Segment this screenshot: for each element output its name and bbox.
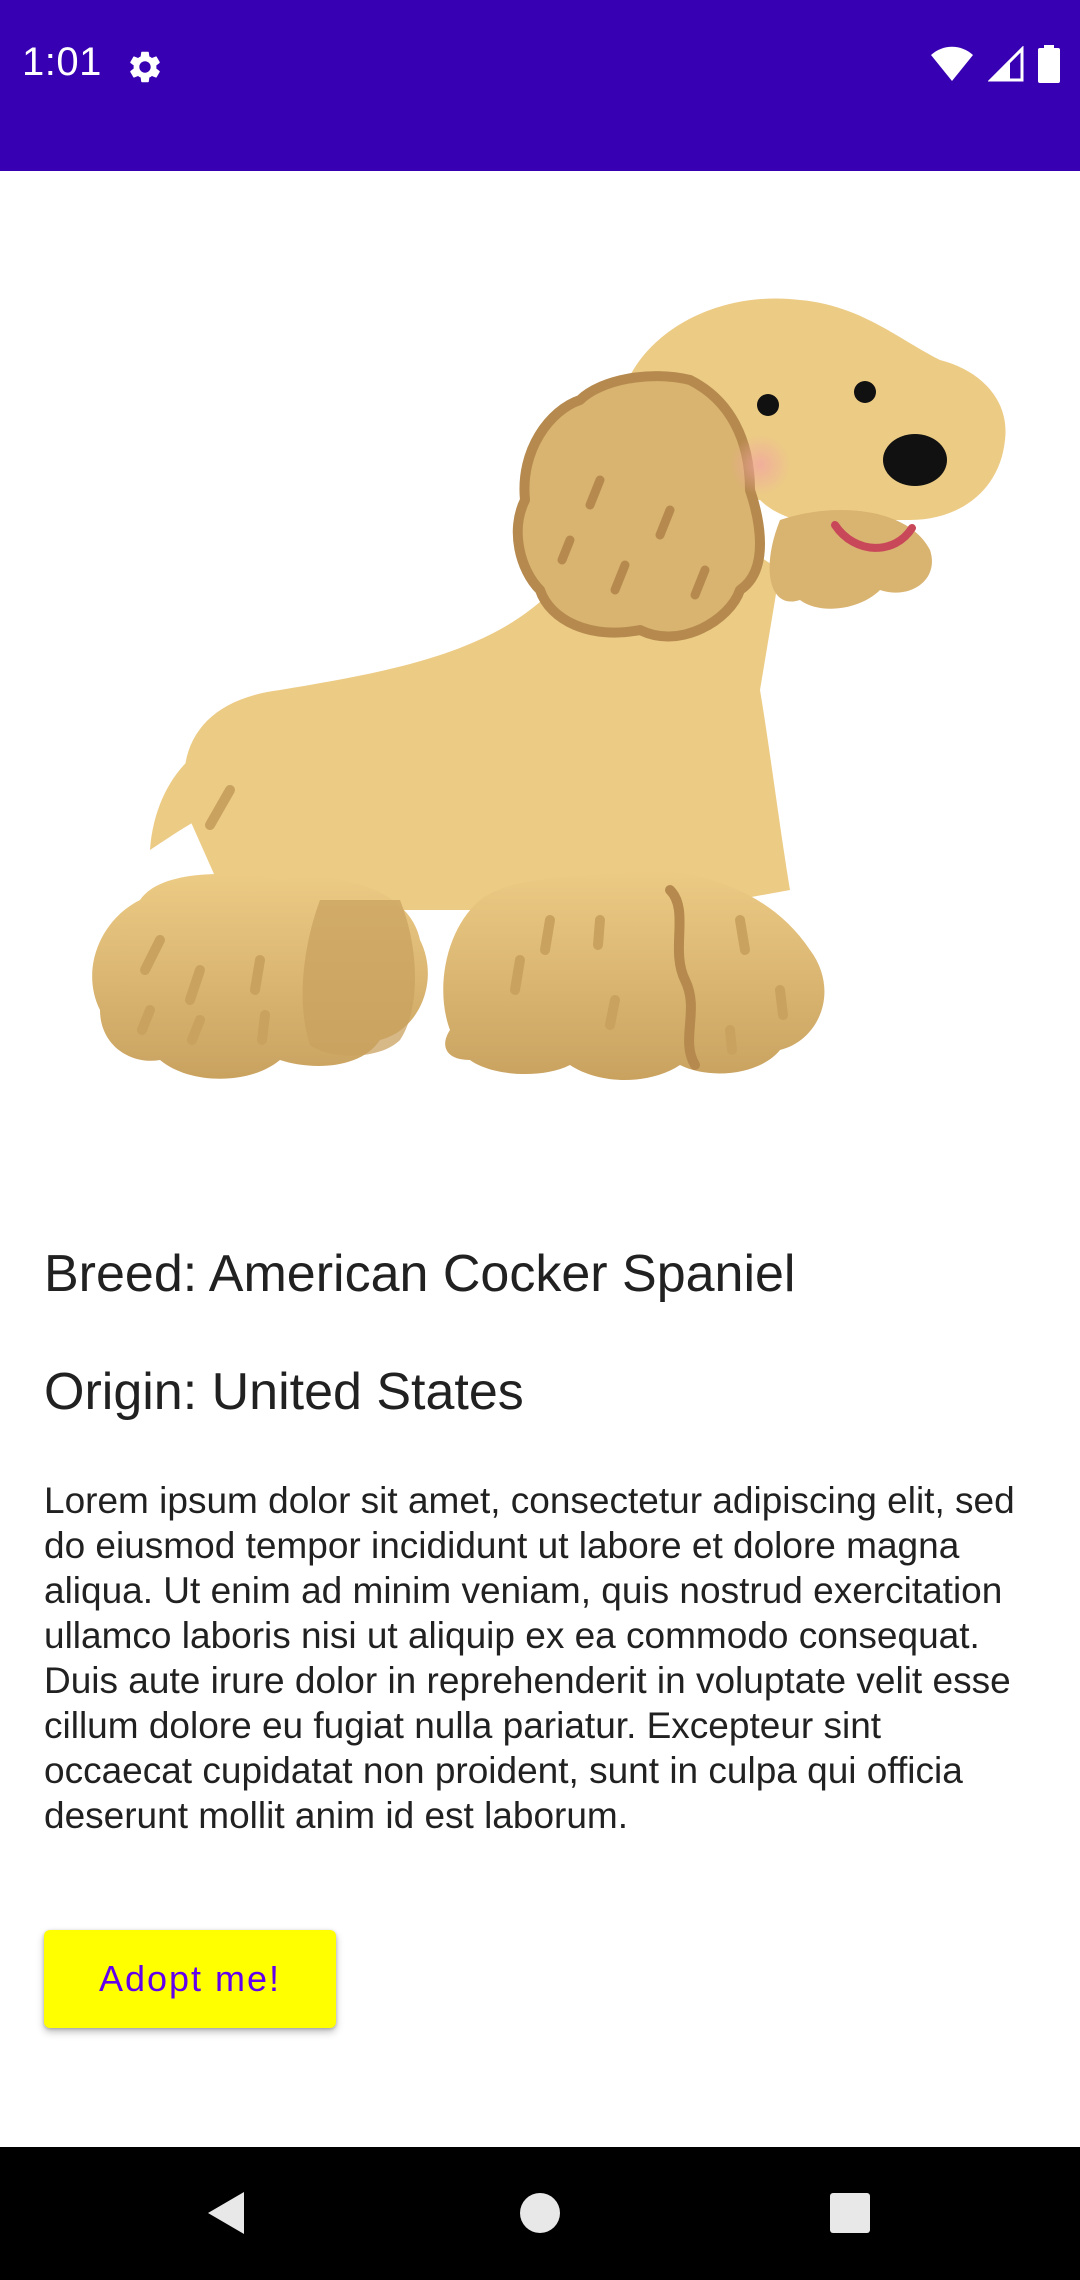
recents-icon[interactable] — [818, 2181, 882, 2245]
home-icon[interactable] — [508, 2181, 572, 2245]
screen: 1:01 Breed: American Cocker Spaniel Orig… — [0, 0, 1080, 2280]
signal-icon — [987, 44, 1024, 87]
dog-image — [80, 270, 1020, 1170]
origin-title: Origin: United States — [44, 1363, 524, 1421]
back-icon[interactable] — [194, 2181, 258, 2245]
breed-title: Breed: American Cocker Spaniel — [44, 1245, 796, 1303]
status-bar: 1:01 — [0, 0, 1080, 171]
cocker-spaniel-illustration — [92, 298, 1006, 1080]
wifi-icon — [930, 46, 974, 87]
adopt-button[interactable]: Adopt me! — [44, 1930, 336, 2028]
description-text: Lorem ipsum dolor sit amet, consectetur … — [44, 1480, 1015, 1836]
status-time: 1:01 — [22, 40, 102, 84]
navigation-bar — [0, 2147, 1080, 2280]
settings-icon — [126, 48, 164, 86]
battery-icon — [1038, 44, 1060, 88]
status-icons — [930, 44, 1060, 88]
